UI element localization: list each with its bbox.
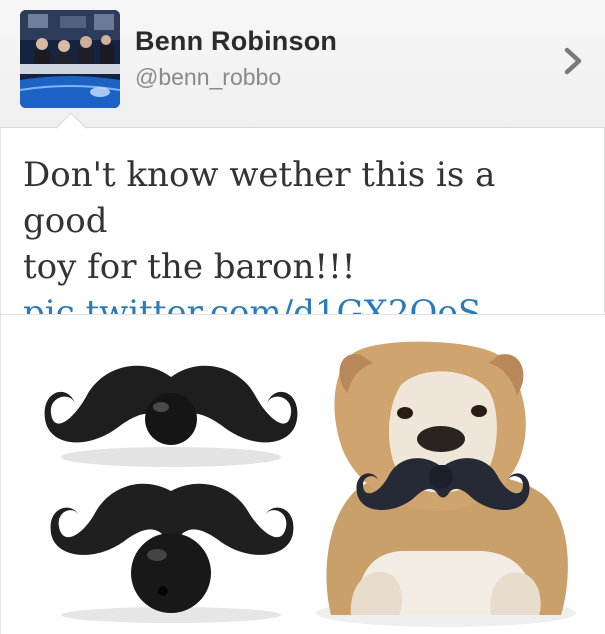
tweet-body: Don't know wether this is a good toy for… <box>0 128 605 634</box>
author-display-name[interactable]: Benn Robinson <box>135 26 337 57</box>
tweet-media-image[interactable] <box>1 314 605 634</box>
tweet-text: Don't know wether this is a good toy for… <box>23 152 583 336</box>
avatar-photo-icon <box>20 10 120 108</box>
tweet-text-line-2: toy for the baron!!! <box>23 247 356 287</box>
author-handle[interactable]: @benn_robbo <box>135 64 281 91</box>
tweet-text-line-1: Don't know wether this is a good <box>23 155 496 241</box>
author-avatar[interactable] <box>20 10 120 108</box>
chevron-right-icon[interactable] <box>560 46 586 76</box>
tweet-author-header[interactable]: Benn Robinson @benn_robbo <box>0 0 605 128</box>
